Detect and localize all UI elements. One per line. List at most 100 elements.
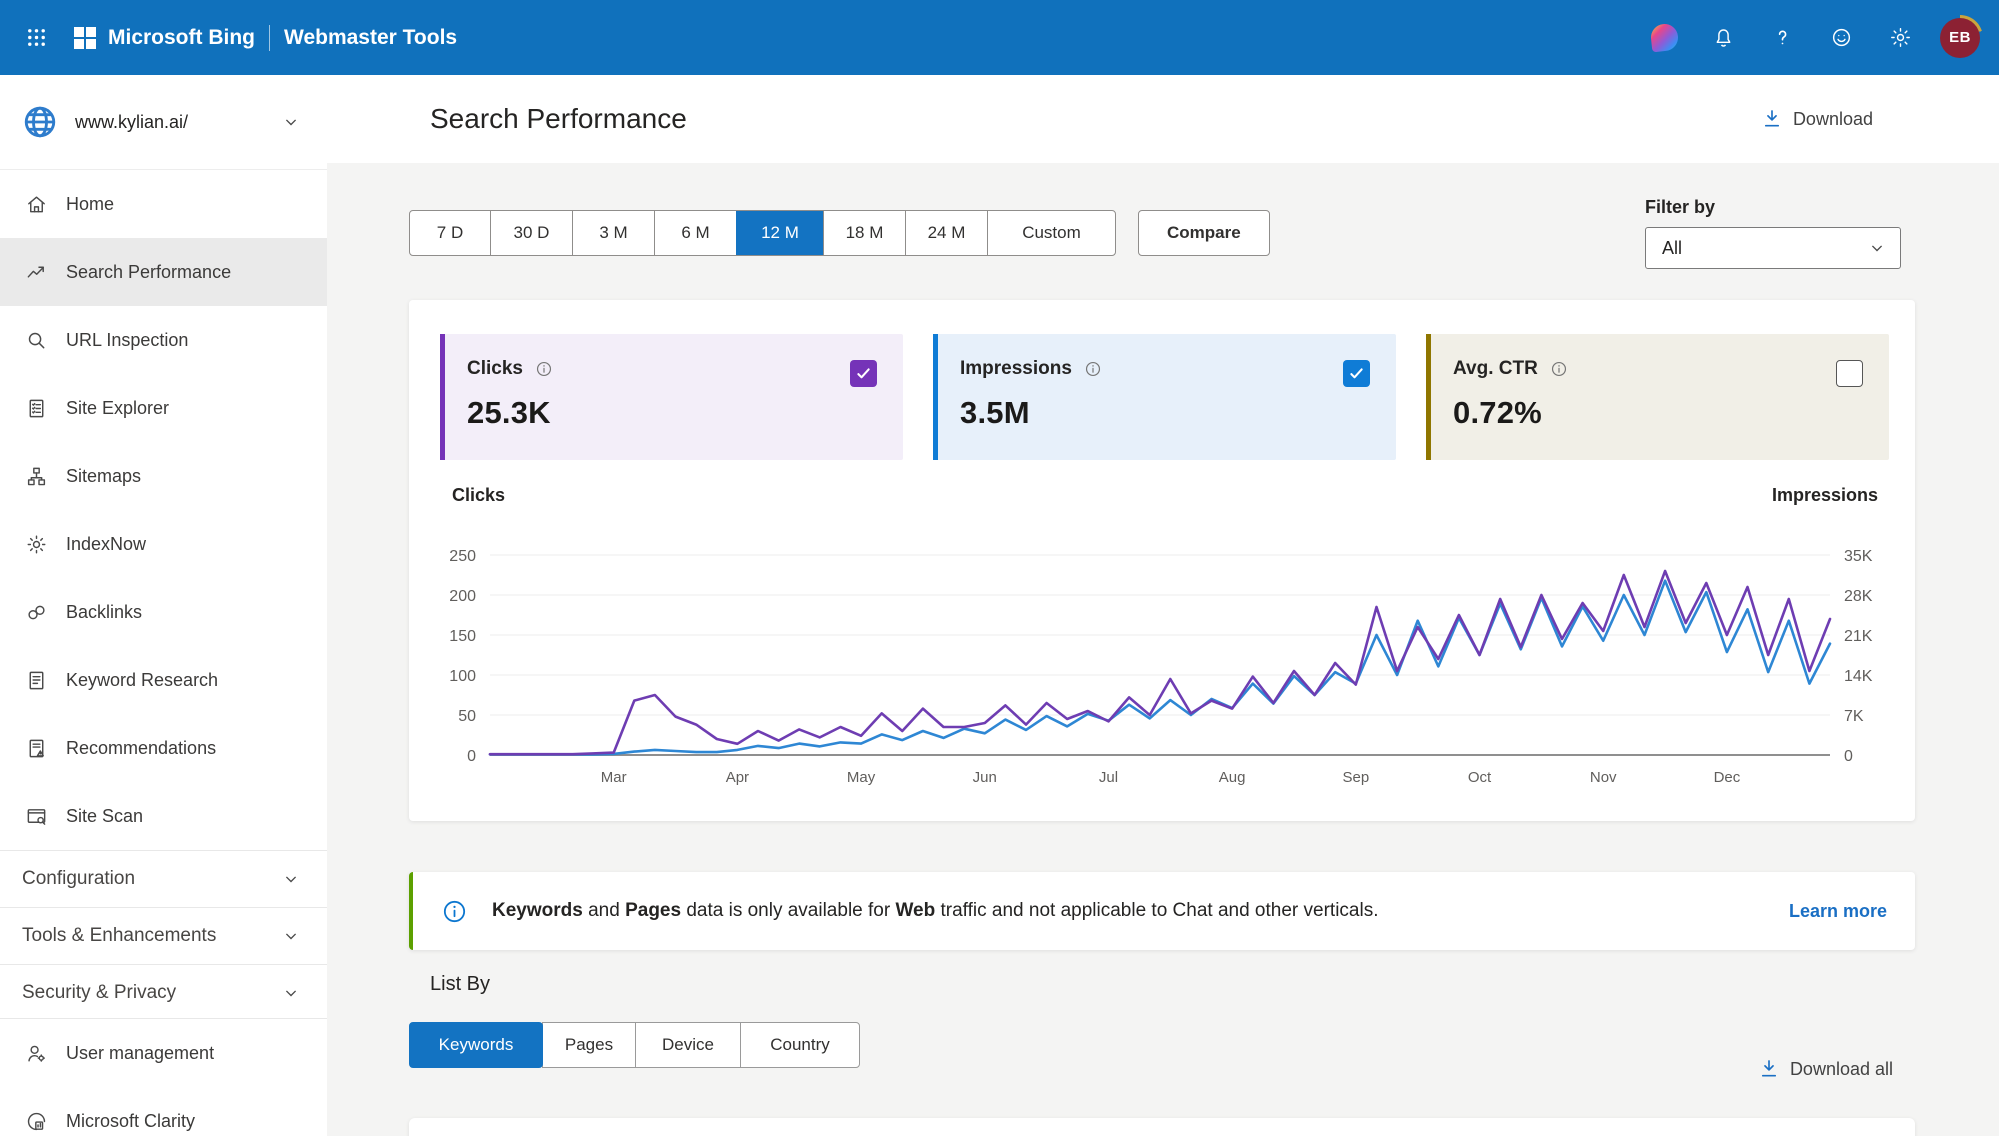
info-icon <box>535 360 553 378</box>
sidebar-sections: Configuration Tools & Enhancements Securit… <box>0 850 327 1021</box>
range-tab-12-m[interactable]: 12 M <box>736 211 823 255</box>
site-scan-icon <box>25 805 48 828</box>
sidebar-item-microsoft-clarity[interactable]: Microsoft Clarity <box>0 1087 327 1136</box>
x-axis-month-label: Aug <box>1219 769 1246 786</box>
sidebar-section-security-privacy[interactable]: Security & Privacy <box>0 964 327 1021</box>
range-tab-6-m[interactable]: 6 M <box>654 211 736 255</box>
metric-accent-bar <box>933 334 938 460</box>
left-axis-tick: 250 <box>449 548 476 565</box>
microsoft-logo-icon <box>74 27 96 49</box>
sidebar-item-search-performance[interactable]: Search Performance <box>0 238 327 306</box>
performance-chart: 00507K10014K15021K20028K25035KMarAprMayJ… <box>436 518 1896 803</box>
notifications-bell-icon[interactable] <box>1701 16 1745 60</box>
site-selector[interactable]: www.kylian.ai/ <box>0 75 327 170</box>
clicks-checkbox[interactable] <box>850 360 877 387</box>
topbar: Microsoft Bing Webmaster Tools EB <box>0 0 1999 75</box>
indexnow-icon <box>25 533 48 556</box>
app-launcher-icon[interactable] <box>14 16 58 60</box>
sidebar-item-keyword-research[interactable]: Keyword Research <box>0 646 327 714</box>
product-name: Webmaster Tools <box>284 26 457 50</box>
left-axis-title: Clicks <box>452 485 505 506</box>
site-url: www.kylian.ai/ <box>75 112 281 133</box>
download-button[interactable]: Download <box>1761 108 1873 130</box>
x-axis-month-label: Jun <box>973 769 997 786</box>
account-avatar[interactable]: EB <box>1937 15 1983 61</box>
banner-message: Keywords and Pages data is only availabl… <box>492 900 1789 922</box>
sidebar-item-user-management[interactable]: User management <box>0 1019 327 1087</box>
sidebar-section-label: Tools & Enhancements <box>22 925 216 947</box>
x-axis-month-label: Mar <box>601 769 627 786</box>
help-icon[interactable] <box>1760 16 1804 60</box>
user-management-icon <box>25 1042 48 1065</box>
chevron-down-icon <box>281 112 301 132</box>
chevron-down-icon <box>281 983 301 1003</box>
metric-value: 0.72% <box>1453 395 1863 431</box>
x-axis-month-label: Oct <box>1468 769 1492 786</box>
keyword-research-icon <box>25 669 48 692</box>
sidebar-item-indexnow[interactable]: IndexNow <box>0 510 327 578</box>
sidebar-section-tools-enhancements[interactable]: Tools & Enhancements <box>0 907 327 964</box>
list-by-pages[interactable]: Pages <box>542 1022 636 1068</box>
metric-label: Avg. CTR <box>1453 358 1538 380</box>
range-tab-3-m[interactable]: 3 M <box>572 211 654 255</box>
sidebar-item-recommendations[interactable]: Recommendations <box>0 714 327 782</box>
impressions-checkbox[interactable] <box>1343 360 1370 387</box>
sidebar-item-backlinks[interactable]: Backlinks <box>0 578 327 646</box>
list-by-country[interactable]: Country <box>740 1022 860 1068</box>
metric-card-avg-ctr[interactable]: Avg. CTR 0.72% <box>1426 334 1889 460</box>
copilot-icon[interactable] <box>1642 16 1686 60</box>
right-axis-title: Impressions <box>1772 485 1878 506</box>
left-axis-tick: 50 <box>458 708 476 725</box>
page-header: Search Performance Download <box>327 75 1999 163</box>
sidebar-section-configuration[interactable]: Configuration <box>0 850 327 907</box>
range-tab-30-d[interactable]: 30 D <box>490 211 572 255</box>
chevron-down-icon <box>281 926 301 946</box>
topbar-actions: EB <box>1642 15 1999 61</box>
recommendations-icon <box>25 737 48 760</box>
avg-ctr-checkbox[interactable] <box>1836 360 1863 387</box>
x-axis-month-label: Sep <box>1342 769 1369 786</box>
info-banner: Keywords and Pages data is only availabl… <box>409 872 1915 950</box>
sidebar-item-sitemaps[interactable]: Sitemaps <box>0 442 327 510</box>
sidebar-section-label: Security & Privacy <box>22 982 176 1004</box>
search-icon <box>25 329 48 352</box>
download-all-button[interactable]: Download all <box>1758 1058 1893 1080</box>
x-axis-month-label: Nov <box>1590 769 1617 786</box>
sidebar-item-site-explorer[interactable]: Site Explorer <box>0 374 327 442</box>
filter-dropdown[interactable]: All <box>1645 227 1901 269</box>
performance-chart-card: Clicks25.3KImpressions3.5MAvg. CTR0.72% … <box>409 300 1915 821</box>
metric-card-clicks[interactable]: Clicks25.3K <box>440 334 903 460</box>
impressions-line <box>490 581 1830 755</box>
site-explorer-icon <box>25 397 48 420</box>
compare-button[interactable]: Compare <box>1138 210 1270 256</box>
right-axis-tick: 14K <box>1844 668 1873 685</box>
list-by-keywords[interactable]: Keywords <box>409 1022 543 1068</box>
range-tab-custom[interactable]: Custom <box>987 211 1115 255</box>
sidebar-item-site-scan[interactable]: Site Scan <box>0 782 327 850</box>
range-tab-18-m[interactable]: 18 M <box>823 211 905 255</box>
download-icon <box>1761 108 1783 130</box>
info-icon <box>1550 360 1568 378</box>
metric-card-impressions[interactable]: Impressions3.5M <box>933 334 1396 460</box>
range-controls: 7 D30 D3 M6 M12 M18 M24 MCustom Compare <box>409 210 1270 256</box>
left-axis-tick: 0 <box>467 748 476 765</box>
metric-header: Impressions <box>960 358 1370 380</box>
feedback-smiley-icon[interactable] <box>1819 16 1863 60</box>
right-axis-tick: 35K <box>1844 548 1873 565</box>
metric-header: Avg. CTR <box>1453 358 1863 380</box>
list-by-device[interactable]: Device <box>635 1022 741 1068</box>
download-label: Download <box>1793 109 1873 130</box>
sidebar-item-url-inspection[interactable]: URL Inspection <box>0 306 327 374</box>
sidebar-item-label: Site Explorer <box>66 398 169 419</box>
settings-gear-icon[interactable] <box>1878 16 1922 60</box>
sidebar-section-label: Configuration <box>22 868 135 890</box>
date-range-tabs: 7 D30 D3 M6 M12 M18 M24 MCustom <box>409 210 1116 256</box>
metric-accent-bar <box>440 334 445 460</box>
sidebar-item-label: Microsoft Clarity <box>66 1111 195 1132</box>
range-tab-7-d[interactable]: 7 D <box>410 211 490 255</box>
clicks-line <box>490 571 1830 754</box>
sidebar-item-home[interactable]: Home <box>0 170 327 238</box>
range-tab-24-m[interactable]: 24 M <box>905 211 987 255</box>
info-icon <box>1084 360 1102 378</box>
learn-more-link[interactable]: Learn more <box>1789 901 1887 922</box>
